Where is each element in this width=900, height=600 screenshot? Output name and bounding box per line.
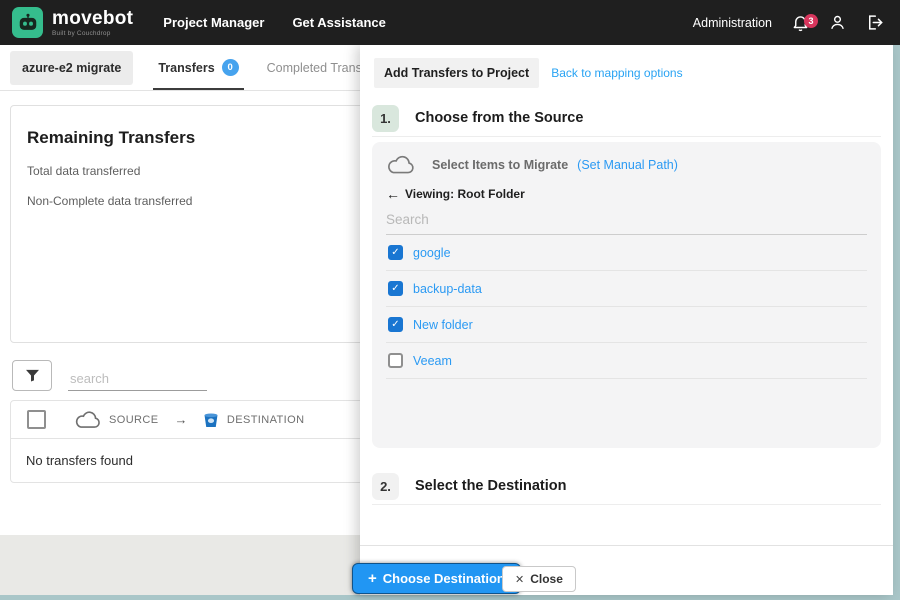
back-to-mapping-options-link[interactable]: Back to mapping options: [551, 66, 682, 80]
notifications-bell-icon[interactable]: 3: [790, 13, 818, 33]
add-transfers-drawer: Add Transfers to Project Back to mapping…: [352, 45, 893, 595]
navbar-right: Administration 3: [693, 13, 884, 33]
filter-row: [12, 360, 207, 391]
user-account-icon[interactable]: [828, 13, 847, 32]
project-name-chip[interactable]: azure-e2 migrate: [10, 50, 134, 85]
person-icon: [831, 15, 844, 30]
logout-icon[interactable]: [865, 13, 884, 32]
step1-title: Choose from the Source: [415, 110, 584, 126]
destination-bucket-icon: [202, 411, 220, 429]
source-picker-card: Select Items to Migrate (Set Manual Path…: [372, 142, 881, 448]
source-item-label[interactable]: backup-data: [413, 282, 482, 296]
brand: movebot Built by Couchdrop: [52, 9, 133, 37]
checked-checkbox[interactable]: ✓: [388, 281, 403, 296]
tab-transfers[interactable]: Transfers 0: [153, 45, 244, 90]
destination-column-header: DESTINATION: [226, 413, 305, 426]
back-arrow-icon[interactable]: ←: [386, 186, 400, 202]
source-item-label[interactable]: Veeam: [413, 354, 452, 368]
nav-link-get-assistance[interactable]: Get Assistance: [292, 15, 385, 30]
choose-destination-label: Choose Destination: [382, 571, 505, 586]
movebot-logo-icon[interactable]: [12, 7, 43, 38]
source-items-list: ✓ google ✓ backup-data ✓ New folder Veeam: [386, 235, 867, 379]
nav-links: Project Manager Get Assistance: [163, 15, 386, 30]
source-items-search-input[interactable]: [386, 202, 867, 235]
source-cloud-icon: [74, 410, 102, 429]
checked-checkbox[interactable]: ✓: [388, 317, 403, 332]
source-item-label[interactable]: New folder: [413, 318, 473, 332]
notification-count-badge: 3: [804, 13, 818, 28]
drawer-title: Add Transfers to Project: [374, 58, 540, 88]
close-drawer-button[interactable]: ✕ Close: [502, 566, 576, 592]
step2-number-badge: 2.: [372, 472, 399, 500]
plus-icon: +: [368, 570, 377, 587]
source-item-row[interactable]: Veeam: [386, 343, 867, 379]
checked-checkbox[interactable]: ✓: [388, 245, 403, 260]
source-item-row[interactable]: ✓ New folder: [386, 307, 867, 343]
source-cloud-icon: [388, 155, 414, 174]
close-label: Close: [530, 572, 563, 586]
transfers-search-input[interactable]: [68, 367, 207, 391]
nav-link-project-manager[interactable]: Project Manager: [163, 15, 264, 30]
robot-icon: [19, 13, 36, 30]
drawer-footer-divider: [360, 545, 893, 546]
viewing-path-label: Viewing: Root Folder: [405, 187, 525, 201]
funnel-icon: [25, 369, 39, 382]
cloud-icon: [75, 410, 100, 428]
select-items-heading: Select Items to Migrate: [432, 158, 569, 172]
sign-out-icon: [868, 15, 883, 30]
top-navbar: movebot Built by Couchdrop Project Manag…: [0, 0, 900, 45]
step1-header: 1. Choose from the Source: [372, 100, 881, 137]
source-item-row[interactable]: ✓ google: [386, 235, 867, 271]
arrow-right-icon: →: [174, 412, 188, 427]
drawer-footer: + Choose Destination ✕ Close: [352, 563, 893, 595]
movebot-app: { "navbar": { "brand_name": "movebot", "…: [0, 0, 900, 600]
brand-tagline: Built by Couchdrop: [52, 29, 111, 37]
viewing-row: ← Viewing: Root Folder: [386, 186, 867, 202]
unchecked-checkbox[interactable]: [388, 353, 403, 368]
close-icon: ✕: [515, 573, 525, 586]
drawer-header: Add Transfers to Project Back to mapping…: [374, 58, 683, 88]
select-all-checkbox[interactable]: [27, 410, 46, 429]
source-item-label[interactable]: google: [413, 246, 451, 260]
administration-link[interactable]: Administration: [693, 16, 772, 30]
brand-name: movebot: [52, 7, 134, 29]
set-manual-path-link[interactable]: (Set Manual Path): [577, 158, 678, 172]
source-item-row[interactable]: ✓ backup-data: [386, 271, 867, 307]
source-column-header: SOURCE: [109, 413, 159, 426]
source-picker-head: Select Items to Migrate (Set Manual Path…: [386, 155, 867, 175]
filter-button[interactable]: [12, 360, 52, 391]
choose-destination-button[interactable]: + Choose Destination: [352, 563, 521, 594]
bucket-icon: [204, 413, 218, 427]
step2-title: Select the Destination: [415, 478, 567, 494]
tab-transfers-label: Transfers: [158, 60, 215, 75]
step1-number-badge: 1.: [372, 104, 399, 132]
transfers-count-badge: 0: [221, 59, 239, 76]
step2-header: 2. Select the Destination: [372, 468, 881, 505]
